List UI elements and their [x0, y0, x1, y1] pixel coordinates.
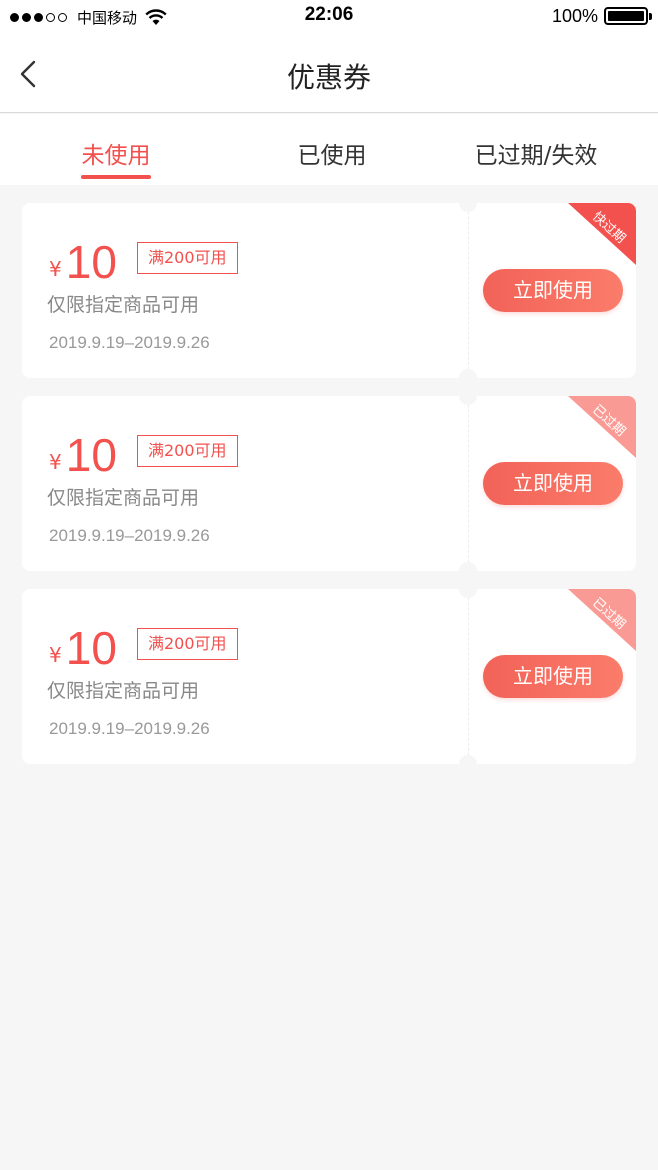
expiring-soon-ribbon: 快过期 — [566, 203, 636, 265]
use-now-button[interactable]: 立即使用 — [483, 462, 623, 505]
ticket-notch — [459, 194, 477, 212]
coupon-validity-date: 2019.9.19–2019.9.26 — [49, 526, 210, 545]
tab-used[interactable]: 已使用 — [232, 114, 432, 185]
condition-badge: 满200可用 — [137, 435, 238, 467]
battery-icon — [604, 7, 652, 25]
coupon-validity-date: 2019.9.19–2019.9.26 — [49, 719, 210, 738]
ticket-notch — [459, 755, 477, 773]
coupon-description: 仅限指定商品可用 — [47, 680, 200, 702]
coupon-amount-row: ¥ 10 — [49, 429, 117, 479]
expired-ribbon: 已过期 — [566, 396, 636, 458]
coupon-info: ¥ 10 满200可用 仅限指定商品可用 2019.9.19–2019.9.26 — [22, 203, 468, 378]
coupon-amount-row: ¥ 10 — [49, 236, 117, 286]
coupon-description: 仅限指定商品可用 — [47, 294, 200, 316]
currency-symbol: ¥ — [49, 450, 62, 474]
coupon-validity-date: 2019.9.19–2019.9.26 — [49, 333, 210, 352]
coupon-card: ¥ 10 满200可用 仅限指定商品可用 2019.9.19–2019.9.26… — [22, 194, 636, 387]
coupon-amount: 10 — [65, 622, 117, 674]
tab-label: 未使用 — [81, 143, 151, 169]
coupon-card: ¥ 10 满200可用 仅限指定商品可用 2019.9.19–2019.9.26… — [22, 580, 636, 773]
tab-label: 已过期/失效 — [474, 143, 598, 169]
use-now-button[interactable]: 立即使用 — [483, 269, 623, 312]
ticket-notch — [459, 387, 477, 405]
ticket-notch — [459, 562, 477, 580]
condition-badge: 满200可用 — [137, 242, 238, 274]
ticket-notch — [459, 369, 477, 387]
coupon-amount: 10 — [65, 236, 117, 288]
status-bar: 中国移动 22:06 100% — [0, 0, 658, 36]
battery-percentage: 100% — [551, 5, 598, 26]
coupon-amount: 10 — [65, 429, 117, 481]
currency-symbol: ¥ — [49, 257, 62, 281]
coupon-card: ¥ 10 满200可用 仅限指定商品可用 2019.9.19–2019.9.26… — [22, 387, 636, 580]
coupon-info: ¥ 10 满200可用 仅限指定商品可用 2019.9.19–2019.9.26 — [22, 589, 468, 764]
battery-group: 100% — [551, 5, 652, 27]
coupon-action-area: 立即使用 已过期 — [468, 396, 636, 571]
expired-ribbon: 已过期 — [566, 589, 636, 651]
tab-unused[interactable]: 未使用 — [16, 114, 216, 185]
ticket-notch — [459, 580, 477, 598]
coupon-status-tabs: 未使用 已使用 已过期/失效 — [0, 114, 658, 185]
coupon-amount-row: ¥ 10 — [49, 622, 117, 672]
coupon-action-area: 立即使用 已过期 — [468, 589, 636, 764]
page-title: 优惠券 — [286, 61, 371, 94]
navigation-bar: 优惠券 — [0, 36, 658, 113]
coupon-info: ¥ 10 满200可用 仅限指定商品可用 2019.9.19–2019.9.26 — [22, 396, 468, 571]
coupon-action-area: 立即使用 快过期 — [468, 203, 636, 378]
currency-symbol: ¥ — [49, 643, 62, 667]
tab-label: 已使用 — [297, 143, 367, 169]
coupon-description: 仅限指定商品可用 — [47, 487, 200, 509]
tab-expired[interactable]: 已过期/失效 — [436, 114, 636, 185]
condition-badge: 满200可用 — [137, 628, 238, 660]
use-now-button[interactable]: 立即使用 — [483, 655, 623, 698]
active-tab-indicator — [81, 175, 151, 179]
